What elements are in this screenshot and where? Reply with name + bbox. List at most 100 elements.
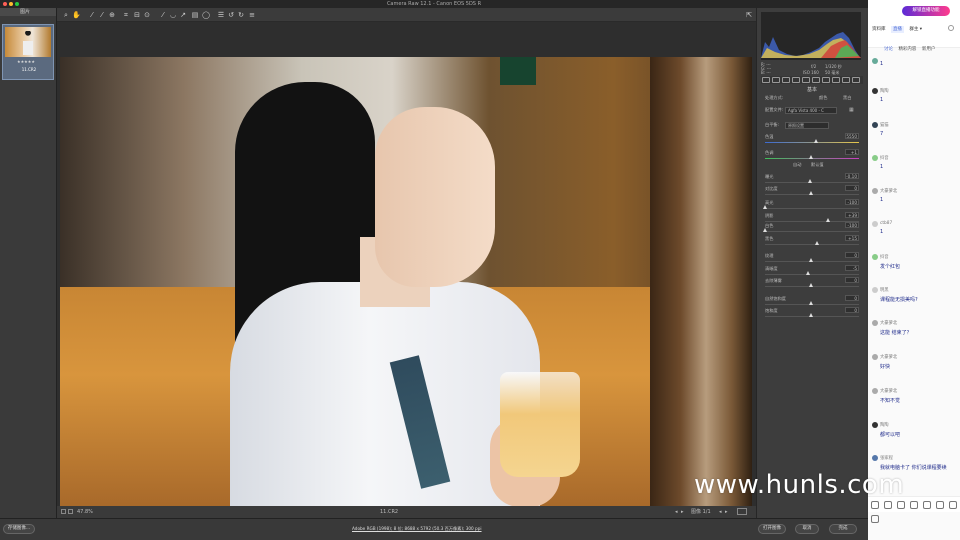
avatar[interactable] (872, 354, 878, 360)
spot-removal-icon[interactable]: ⊙ (143, 11, 151, 19)
avatar[interactable] (872, 422, 878, 428)
slider-value-input[interactable]: -5 (845, 265, 859, 271)
slider-value-input[interactable]: +1 (845, 149, 859, 155)
basic-tab-icon[interactable] (762, 77, 770, 83)
slider-track[interactable] (765, 142, 859, 143)
presets-tab-icon[interactable] (842, 77, 850, 83)
tone-curve-tab-icon[interactable] (772, 77, 780, 83)
send-icon[interactable] (871, 515, 879, 523)
treatment-bw-option[interactable]: 黑白 (843, 95, 851, 101)
slider-value-input[interactable]: 5550 (845, 133, 859, 139)
slider-value-input[interactable]: 0 (845, 277, 859, 283)
close-icon[interactable] (3, 2, 7, 6)
menu-icon[interactable]: ≡ (248, 11, 256, 19)
at-icon[interactable] (897, 501, 905, 509)
snapshots-tab-icon[interactable] (852, 77, 860, 83)
slider-handle[interactable] (809, 191, 813, 195)
avatar[interactable] (872, 122, 878, 128)
tab-more[interactable]: 群主 ▾ (909, 27, 922, 32)
workflow-options-link[interactable]: Adobe RGB (1998); 8 位; 8688 x 5792 (50.3… (352, 526, 482, 532)
slider-handle[interactable] (809, 155, 813, 159)
slider-value-input[interactable]: +39 (845, 212, 859, 218)
default-button[interactable]: 默认值 (811, 162, 824, 168)
radial-filter-icon[interactable]: ◯ (202, 11, 210, 19)
slider-value-input[interactable]: 0 (845, 252, 859, 258)
avatar[interactable] (872, 254, 878, 260)
zoom-out-icon[interactable] (61, 509, 66, 514)
cancel-button[interactable]: 取消 (795, 524, 819, 534)
slider-handle[interactable] (763, 205, 767, 209)
bell-icon[interactable] (949, 501, 957, 509)
wb-dropdown[interactable]: 原照设置 (785, 122, 829, 129)
treatment-color-option[interactable]: 颜色 (819, 95, 827, 101)
slider-handle[interactable] (809, 301, 813, 305)
profile-browser-icon[interactable]: ▦ (849, 107, 854, 113)
slider-value-input[interactable]: -0.10 (845, 173, 859, 179)
avatar[interactable] (872, 221, 878, 227)
white-balance-icon[interactable]: ⁄ (88, 11, 96, 19)
fullscreen-icon[interactable]: ⇱ (745, 11, 753, 19)
avatar[interactable] (872, 188, 878, 194)
image-icon[interactable] (910, 501, 918, 509)
rotate-right-icon[interactable]: ↻ (237, 11, 245, 19)
slider-handle[interactable] (763, 228, 767, 232)
avatar[interactable] (872, 58, 878, 64)
save-image-button[interactable]: 存储图像... (3, 524, 35, 534)
slider-handle[interactable] (813, 139, 818, 143)
maximize-icon[interactable] (15, 2, 19, 6)
straighten-icon[interactable]: ⊟ (133, 11, 141, 19)
list-icon[interactable]: ☰ (217, 11, 225, 19)
tab-live[interactable]: 直播 (890, 26, 904, 33)
slider-handle[interactable] (809, 283, 813, 287)
next-image-icon[interactable]: ▸ (725, 506, 728, 518)
prev-image-icon[interactable]: ◂ (719, 506, 722, 518)
list-icon[interactable] (871, 501, 879, 509)
avatar[interactable] (872, 88, 878, 94)
graduated-filter-icon[interactable]: ↗ (179, 11, 187, 19)
zoom-in-icon[interactable] (68, 509, 73, 514)
rotate-left-icon[interactable]: ↺ (227, 11, 235, 19)
done-button[interactable]: 完成 (829, 524, 857, 534)
slider-track[interactable] (765, 208, 859, 209)
clock-icon[interactable] (936, 501, 944, 509)
subtab-discussion[interactable]: 讨论 (884, 47, 893, 52)
split-toning-tab-icon[interactable] (802, 77, 810, 83)
gift-icon[interactable] (923, 501, 931, 509)
slider-handle[interactable] (809, 313, 813, 317)
next-arrow-icon[interactable]: ▸ (681, 506, 684, 518)
slider-value-input[interactable]: 0 (845, 307, 859, 313)
hsl-tab-icon[interactable] (792, 77, 800, 83)
calibration-tab-icon[interactable] (832, 77, 840, 83)
rating-stars[interactable]: ★★★★★ (17, 59, 35, 64)
effects-tab-icon[interactable] (822, 77, 830, 83)
targeted-adjust-icon[interactable]: ⊕ (108, 11, 116, 19)
slider-track[interactable] (765, 231, 859, 232)
slider-value-input[interactable]: -100 (845, 199, 859, 205)
avatar[interactable] (872, 455, 878, 461)
slider-handle[interactable] (826, 218, 831, 222)
slider-handle[interactable] (806, 271, 811, 275)
slider-value-input[interactable]: 0 (845, 185, 859, 191)
slider-value-input[interactable]: -100 (845, 222, 859, 228)
slider-track[interactable] (765, 244, 859, 245)
thumbnail[interactable]: ★★★★★ 11.CR2 (2, 24, 54, 80)
compare-view-icon[interactable] (737, 508, 747, 515)
hand-icon[interactable]: ✋ (72, 11, 81, 19)
subtab-new-users[interactable]: 新用户 (922, 47, 936, 52)
adjustment-brush-icon[interactable]: ⁄ (159, 11, 167, 19)
zoom-level[interactable]: 47.8% (77, 506, 93, 518)
lens-tab-icon[interactable] (812, 77, 820, 83)
minimize-icon[interactable] (9, 2, 13, 6)
color-sampler-icon[interactable]: ⁄ (98, 11, 106, 19)
auto-button[interactable]: 自动 (793, 162, 801, 168)
avatar[interactable] (872, 287, 878, 293)
emoji-icon[interactable] (884, 501, 892, 509)
tab-library[interactable]: 资料库 (872, 27, 886, 32)
slider-handle[interactable] (815, 241, 820, 245)
detail-tab-icon[interactable] (782, 77, 790, 83)
open-image-button[interactable]: 打开图像 (758, 524, 786, 534)
avatar[interactable] (872, 155, 878, 161)
profile-dropdown[interactable]: Agfa Vista 400 - C (785, 107, 837, 114)
avatar[interactable] (872, 388, 878, 394)
prev-arrow-icon[interactable]: ◂ (675, 506, 678, 518)
